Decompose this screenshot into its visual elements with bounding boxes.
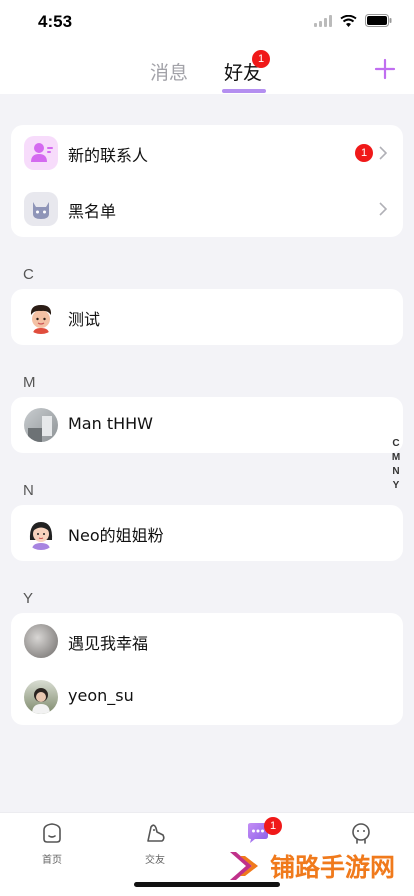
- status-icons: [314, 14, 392, 27]
- signal-icon: [314, 14, 332, 27]
- home-indicator: [134, 882, 280, 887]
- contact-row[interactable]: 测试: [11, 289, 403, 345]
- section-m-card: Man tHHW: [11, 397, 403, 453]
- wifi-icon: [340, 14, 357, 27]
- chevron-right-icon: [379, 202, 387, 216]
- status-bar: 4:53: [0, 0, 414, 46]
- contact-name: Neo的姐姐粉: [68, 526, 164, 545]
- avatar: [24, 516, 58, 550]
- section-header-m: M: [23, 374, 36, 391]
- nav-dating-label: 交友: [145, 855, 165, 866]
- contact-row[interactable]: yeon_su: [11, 669, 403, 725]
- header: 消息 好友 1: [0, 46, 414, 94]
- watermark-text: 铺路手游网: [270, 853, 396, 882]
- chevron-right-icon: [379, 146, 387, 160]
- profile-icon: [352, 823, 370, 844]
- contact-row[interactable]: Man tHHW: [11, 397, 403, 453]
- section-header-c: C: [23, 266, 34, 283]
- nav-home[interactable]: 首页: [22, 821, 82, 866]
- friends-tab-badge: 1: [252, 50, 270, 68]
- index-letter-m[interactable]: M: [392, 451, 400, 465]
- section-header-n: N: [23, 482, 34, 499]
- blacklist-label: 黑名单: [68, 202, 117, 221]
- contact-name: 遇见我幸福: [68, 634, 149, 653]
- section-c-card: 测试: [11, 289, 403, 345]
- index-letter-n[interactable]: N: [392, 465, 399, 479]
- tab-messages[interactable]: 消息: [150, 58, 188, 85]
- blacklist-cat-icon: [24, 192, 58, 226]
- avatar: [24, 624, 58, 658]
- avatar: [24, 300, 58, 334]
- add-friend-icon[interactable]: [374, 58, 396, 80]
- status-time: 4:53: [38, 12, 73, 31]
- nav-home-label: 首页: [42, 855, 62, 866]
- nav-dating[interactable]: 交友: [125, 821, 185, 866]
- watermark-logo-icon: [230, 852, 258, 880]
- special-contacts-card: 新的联系人 1 黑名单: [11, 125, 403, 237]
- new-contacts-label: 新的联系人: [68, 146, 149, 165]
- avatar: [24, 680, 58, 714]
- watermark: 铺路手游网: [226, 846, 395, 886]
- blacklist-row[interactable]: 黑名单: [11, 181, 403, 237]
- contact-row[interactable]: Neo的姐姐粉: [11, 505, 403, 561]
- new-contact-icon: [24, 136, 58, 170]
- index-letter-y[interactable]: Y: [393, 479, 400, 493]
- messages-nav-badge: 1: [264, 817, 282, 835]
- home-icon: [43, 823, 61, 843]
- section-n-card: Neo的姐姐粉: [11, 505, 403, 561]
- contact-name: 测试: [68, 310, 101, 329]
- contact-name: Man tHHW: [68, 414, 153, 433]
- section-y-card: 遇见我幸福 yeon_su: [11, 613, 403, 725]
- contact-name: yeon_su: [68, 686, 134, 705]
- active-tab-indicator: [222, 89, 266, 93]
- new-contacts-row[interactable]: 新的联系人 1: [11, 125, 403, 181]
- new-contacts-badge: 1: [355, 144, 373, 162]
- index-letter-c[interactable]: C: [392, 437, 399, 451]
- avatar: [24, 408, 58, 442]
- dating-icon: [147, 824, 165, 842]
- battery-icon: [365, 14, 392, 27]
- alphabet-index-bar[interactable]: C M N Y: [390, 437, 402, 493]
- contact-row[interactable]: 遇见我幸福: [11, 613, 403, 669]
- section-header-y: Y: [23, 590, 34, 607]
